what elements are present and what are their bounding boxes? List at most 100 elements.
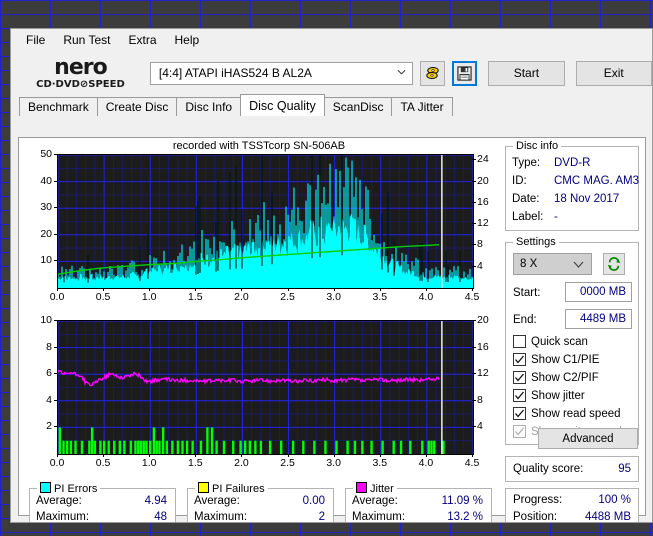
x-axis-tick-label: 0.0: [49, 291, 65, 303]
disc-info-id-value: CMC MAG. AM3: [554, 175, 639, 187]
x-axis-tick: [103, 454, 105, 457]
menu-item-help[interactable]: Help: [166, 30, 209, 50]
drive-select-combobox[interactable]: [4:4] ATAPI iHAS524 B AL2A: [149, 61, 414, 85]
tab-create-disc[interactable]: Create Disc: [96, 97, 178, 116]
exit-button[interactable]: Exit: [575, 60, 652, 86]
pi-errors-maximum-value: 48: [154, 511, 167, 523]
jitter-average-label: Average:: [352, 495, 398, 507]
y2-axis-tick: [472, 399, 476, 401]
pi-failures-maximum-label: Maximum:: [194, 511, 248, 523]
eject-disc-button[interactable]: [420, 60, 446, 86]
jitter-stats-group: Jitter Average: 11.09 % Maximum: 13.2 %: [345, 482, 492, 523]
speed-select[interactable]: 8 X: [513, 253, 592, 275]
x-axis-tick: [195, 288, 197, 291]
progress-group: Progress: 100 % Position: 4488 MB Speed:…: [505, 488, 639, 522]
disc-info-date-label: Date:: [512, 193, 540, 205]
checkbox-show-read-speed[interactable]: Show read speed: [513, 407, 621, 420]
end-label: End:: [513, 314, 537, 326]
progress-label: Progress:: [513, 494, 563, 506]
checkbox-show-c1-pie[interactable]: Show C1/PIE: [513, 353, 599, 366]
pi-failures-average-label: Average:: [194, 495, 240, 507]
y2-axis-tick: [472, 346, 476, 348]
pi-errors-plot-area[interactable]: [57, 154, 474, 289]
x-axis-tick: [287, 454, 289, 457]
pi-errors-stats-legend: PI Errors: [37, 482, 101, 495]
y-axis-tick-label: 30: [40, 201, 52, 214]
tab-disc-quality[interactable]: Disc Quality: [240, 94, 325, 116]
y-axis-tick-label: 40: [40, 174, 52, 187]
quality-score-group: Quality score: 95: [505, 456, 639, 482]
jitter-maximum-label: Maximum:: [352, 511, 406, 523]
x-axis-tick: [149, 288, 151, 291]
checkbox-box: [513, 425, 526, 438]
x-axis-tick-label: 2.0: [234, 457, 249, 469]
x-axis-tick-label: 4.5: [464, 457, 480, 469]
disc-info-label-label: Label:: [512, 211, 544, 223]
y2-axis-tick: [472, 244, 476, 246]
checkbox-quick-scan[interactable]: Quick scan: [513, 335, 588, 348]
y2-axis-tick: [472, 159, 476, 161]
quality-score-value: 95: [618, 463, 631, 475]
menu-item-extra[interactable]: Extra: [119, 30, 165, 50]
y-axis-tick-label: 50: [40, 148, 52, 160]
menu-item-file[interactable]: File: [17, 30, 54, 50]
checkbox-label: Show C1/PIE: [531, 353, 600, 366]
checkbox-show-jitter[interactable]: Show jitter: [513, 389, 585, 402]
y-axis-tick: [54, 346, 57, 348]
pi-failures-average-value: 0.00: [302, 495, 325, 507]
disc-info-type-value: DVD-R: [554, 157, 591, 169]
x-axis-tick-label: 3.5: [372, 291, 388, 303]
x-axis-tick-label: 4.0: [418, 291, 434, 303]
checkbox-show-c2-pif[interactable]: Show C2/PIF: [513, 371, 599, 384]
refresh-button[interactable]: [603, 253, 625, 275]
x-axis-tick-label: 1.5: [188, 457, 203, 469]
pi-failures-chart: 10 8 6 4 2 4 8 12 16 20 0.0 0.5 1.0 1.5 2.0 2.5 3.0 3.5 4.…: [19, 315, 499, 483]
end-field[interactable]: 4489 MB: [565, 309, 632, 329]
jitter-stats-legend: Jitter: [353, 482, 397, 495]
check-icon: [515, 391, 524, 400]
y-axis-tick: [54, 207, 57, 209]
x-axis-tick-label: 4.0: [418, 457, 434, 469]
y-axis-tick: [54, 373, 57, 375]
x-axis-tick-label: 2.0: [234, 291, 249, 303]
y2-axis-tick: [472, 180, 476, 182]
y2-axis-tick-label: 24: [477, 153, 489, 166]
menu-item-run-test[interactable]: Run Test: [54, 30, 119, 50]
pi-errors-maximum-label: Maximum:: [36, 511, 90, 523]
tab-benchmark[interactable]: Benchmark: [19, 97, 98, 116]
checkbox-box: [513, 389, 526, 402]
disc-quality-panel: recorded with TSSTcorp SN-506AB 50 40 30 20…: [18, 137, 646, 522]
speed-select-value: 8 X: [520, 258, 538, 270]
y-axis-tick-label: 6: [46, 367, 52, 380]
save-button[interactable]: [452, 60, 478, 86]
x-axis-tick: [379, 288, 381, 291]
checkbox-box: [513, 353, 526, 366]
y-axis-tick: [54, 426, 57, 428]
menu-bar: File Run Test Extra Help: [11, 29, 652, 52]
start-field[interactable]: 0000 MB: [565, 282, 632, 302]
tab-ta-jitter[interactable]: TA Jitter: [391, 97, 453, 116]
checkbox-label: Show C2/PIF: [531, 371, 599, 384]
tab-disc-info[interactable]: Disc Info: [176, 97, 242, 116]
check-icon: [515, 373, 524, 382]
x-axis-tick: [287, 288, 289, 291]
disc-info-date-value: 18 Nov 2017: [554, 193, 620, 205]
x-axis-tick-label: 1.5: [188, 291, 203, 303]
checkbox-label: Show jitter: [531, 389, 585, 402]
pi-failures-plot-area[interactable]: [57, 320, 474, 455]
y2-axis-tick: [472, 373, 476, 375]
x-axis-tick: [57, 454, 58, 457]
x-axis-tick: [57, 288, 58, 291]
x-axis-tick-label: 1.0: [141, 457, 157, 469]
jitter-average-value: 11.09 %: [441, 495, 483, 507]
pi-errors-average-label: Average:: [36, 495, 82, 507]
chevron-down-icon: [573, 261, 584, 268]
x-axis-tick-label: 0.5: [95, 457, 111, 469]
checkbox-label: Quick scan: [531, 335, 588, 348]
advanced-button[interactable]: Advanced: [538, 428, 638, 449]
x-axis-tick: [241, 454, 243, 457]
tab-scandisc[interactable]: ScanDisc: [323, 97, 393, 116]
start-button[interactable]: Start: [488, 60, 565, 86]
checkbox-box: [513, 335, 526, 348]
nero-cd-dvd-speed-window: File Run Test Extra Help nero CD·DVD⊘SPE…: [10, 28, 653, 523]
